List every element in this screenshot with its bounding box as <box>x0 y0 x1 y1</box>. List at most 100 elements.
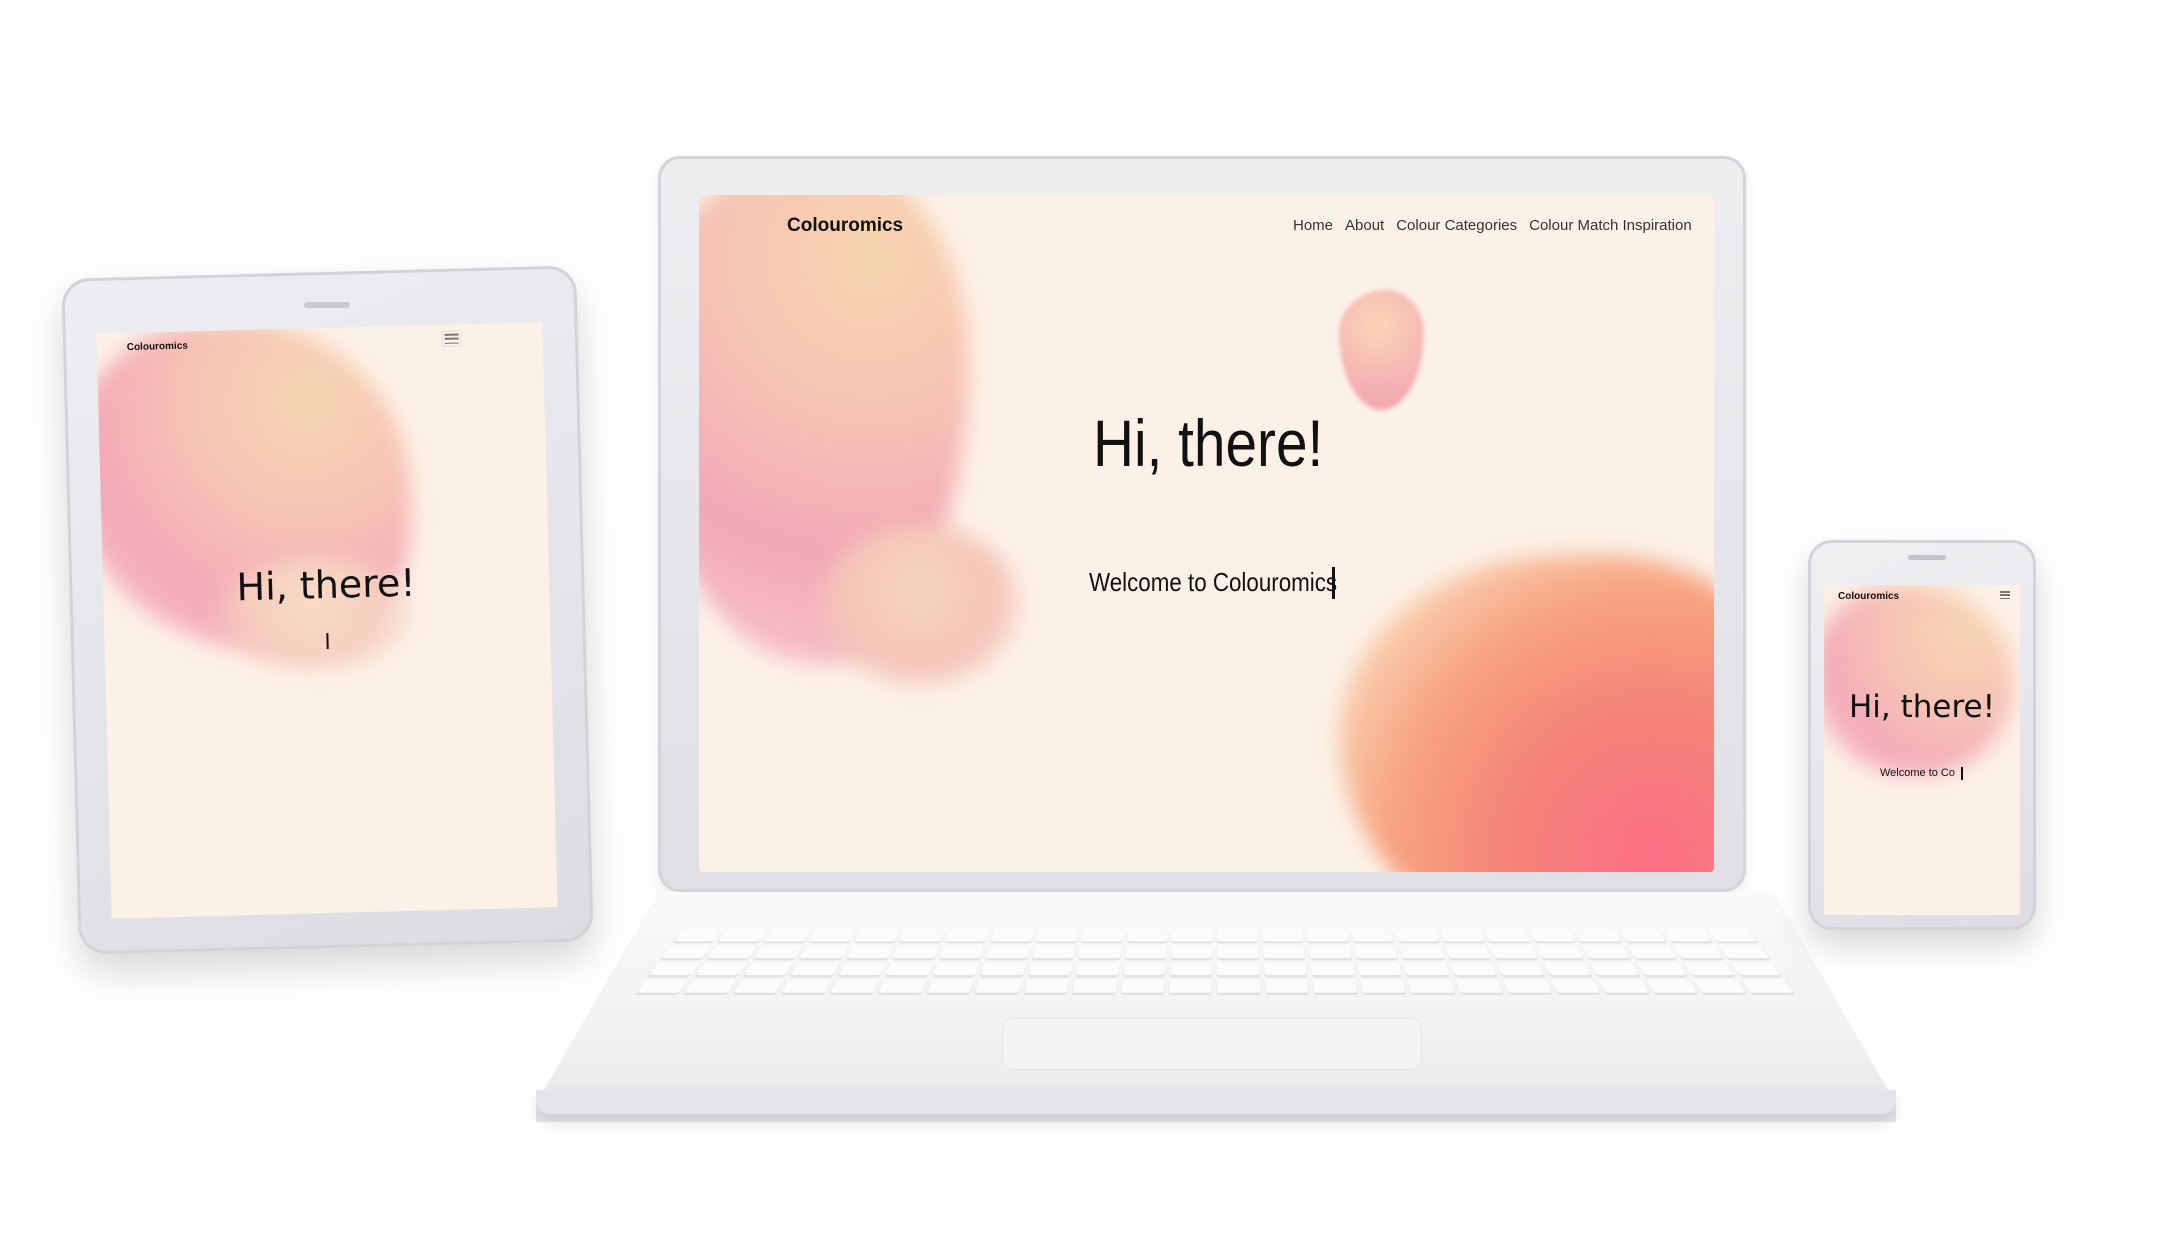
keyboard-key <box>980 961 1027 976</box>
keyboard-key <box>763 929 811 942</box>
keyboard-key <box>1455 979 1504 993</box>
keyboard-key <box>1683 961 1734 976</box>
keyboard-key <box>939 945 985 959</box>
tablet-speaker <box>304 302 350 308</box>
hamburger-menu-icon[interactable] <box>441 330 462 347</box>
keyboard-key <box>1308 945 1352 959</box>
keyboard-key <box>1306 929 1349 942</box>
keyboard-key <box>893 945 940 959</box>
main-nav: Home About Colour Categories Colour Matc… <box>1293 217 1692 234</box>
keyboard-key <box>1360 979 1407 993</box>
keyboard-key <box>718 929 767 942</box>
keyboard-key <box>1729 961 1781 976</box>
nav-item-home[interactable]: Home <box>1293 217 1333 234</box>
keyboard-key <box>1718 945 1769 959</box>
keyboard-key <box>1395 929 1440 942</box>
keyboard-key <box>1598 979 1649 993</box>
keyboard-key <box>1217 945 1259 959</box>
keyboard-key <box>673 929 722 942</box>
keyboard-key <box>1619 929 1667 942</box>
keyboard-key <box>1172 929 1213 942</box>
keyboard-key <box>1450 961 1497 976</box>
keyboard-key <box>1124 945 1167 959</box>
keyboard-key <box>1693 979 1746 993</box>
keyboard-key <box>1262 929 1304 942</box>
keyboard-key <box>1627 945 1676 959</box>
keyboard-key <box>990 929 1035 942</box>
phone-screen: Colouromics Hi, there! Welcome to Co <box>1824 585 2020 915</box>
nav-item-colour-match-inspiration[interactable]: Colour Match Inspiration <box>1529 217 1692 234</box>
keyboard-key <box>1075 961 1120 976</box>
typing-caret <box>1961 767 1963 780</box>
phone-speaker <box>1908 555 1946 560</box>
brand-logo[interactable]: Colouromics <box>1838 591 1899 602</box>
keyboard-key <box>1023 979 1070 993</box>
keyboard-key <box>684 979 737 993</box>
typing-caret <box>1332 567 1335 599</box>
brand-logo[interactable]: Colouromics <box>127 341 188 354</box>
laptop-keyboard <box>636 929 1794 993</box>
keyboard-key <box>1399 945 1445 959</box>
keyboard-key <box>1217 929 1258 942</box>
keyboard-key <box>1354 945 1398 959</box>
keyboard-key <box>1646 979 1697 993</box>
hamburger-menu-icon[interactable] <box>2000 591 2010 599</box>
keyboard-key <box>1170 961 1213 976</box>
keyboard-key <box>1120 979 1165 993</box>
nav-item-about[interactable]: About <box>1345 217 1384 234</box>
keyboard-key <box>854 929 901 942</box>
laptop-trackpad <box>1002 1018 1422 1070</box>
keyboard-key <box>1265 979 1310 993</box>
typing-caret <box>326 632 329 650</box>
keyboard-key <box>696 961 747 976</box>
keyboard-key <box>1529 929 1576 942</box>
keyboard-key <box>649 961 701 976</box>
keyboard-key <box>1081 929 1124 942</box>
welcome-text: Welcome to Co <box>1880 767 1955 779</box>
keyboard-key <box>945 929 990 942</box>
brand-logo[interactable]: Colouromics <box>787 215 903 237</box>
keyboard-key <box>1574 929 1621 942</box>
phone-blob <box>1824 585 2014 775</box>
keyboard-key <box>1312 979 1358 993</box>
keyboard-key <box>1264 961 1308 976</box>
keyboard-key <box>1357 961 1402 976</box>
page-heading: Hi, there! <box>1848 689 1996 725</box>
keyboard-key <box>754 945 803 959</box>
laptop-base <box>536 892 1896 1122</box>
keyboard-key <box>1590 961 1639 976</box>
keyboard-key <box>1741 979 1794 993</box>
keyboard-key <box>926 979 975 993</box>
keyboard-key <box>846 945 894 959</box>
welcome-text: Welcome to Colouromics <box>1089 567 1338 597</box>
keyboard-key <box>1310 961 1355 976</box>
keyboard-key <box>1536 945 1584 959</box>
keyboard-key <box>733 979 784 993</box>
keyboard-key <box>1263 945 1306 959</box>
keyboard-key <box>707 945 757 959</box>
page-heading: Hi, there! <box>1093 406 1324 480</box>
keyboard-key <box>1543 961 1592 976</box>
nav-item-colour-categories[interactable]: Colour Categories <box>1396 217 1517 234</box>
keyboard-key <box>1171 945 1213 959</box>
keyboard-key <box>878 979 927 993</box>
keyboard-key <box>1490 945 1537 959</box>
keyboard-key <box>1496 961 1545 976</box>
laptop-blob-right <box>1339 555 1714 872</box>
keyboard-key <box>1503 979 1552 993</box>
keyboard-key <box>1217 961 1260 976</box>
keyboard-key <box>1403 961 1450 976</box>
keyboard-key <box>1032 945 1076 959</box>
keyboard-key <box>1485 929 1531 942</box>
keyboard-key <box>1169 979 1213 993</box>
keyboard-key <box>885 961 934 976</box>
keyboard-key <box>661 945 712 959</box>
keyboard-key <box>743 961 794 976</box>
laptop-base-edge <box>536 1090 1896 1114</box>
laptop-screen: Colouromics Home About Colour Categories… <box>699 195 1714 872</box>
keyboard-key <box>781 979 832 993</box>
keyboard-key <box>985 945 1031 959</box>
keyboard-key <box>1028 961 1073 976</box>
keyboard-key <box>838 961 887 976</box>
keyboard-key <box>933 961 980 976</box>
